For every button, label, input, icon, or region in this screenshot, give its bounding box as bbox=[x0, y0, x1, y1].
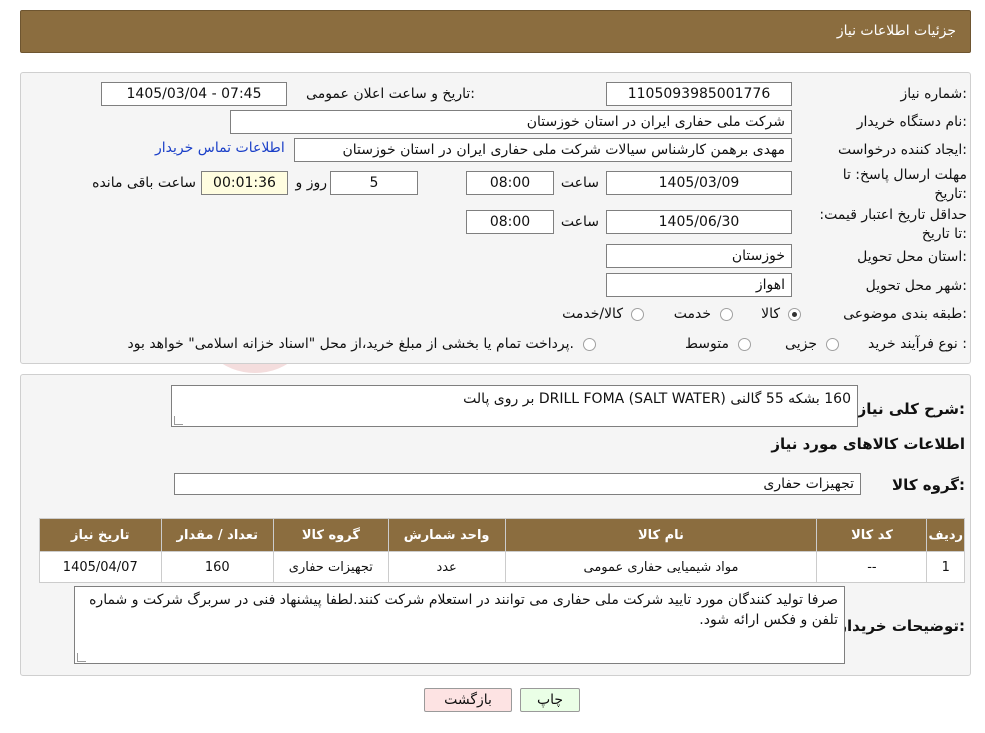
table-row[interactable]: 1 -- مواد شیمیایی حفاری عمومی عدد تجهیزا… bbox=[39, 551, 965, 583]
resize-grip-icon[interactable] bbox=[77, 653, 86, 662]
col-name: نام کالا bbox=[504, 518, 818, 552]
buyer-notes-textarea[interactable]: صرفا تولید کنندگان مورد تایید شرکت ملی ح… bbox=[74, 586, 845, 664]
category-option-goods-service: کالا/خدمت bbox=[562, 306, 623, 322]
province-label: استان محل تحویل: bbox=[857, 249, 967, 265]
validity-time-field[interactable]: 08:00 bbox=[466, 210, 554, 234]
cell-date: 1405/04/07 bbox=[39, 551, 162, 583]
process-option-minor: جزیی bbox=[785, 336, 817, 352]
cell-row: 1 bbox=[926, 551, 965, 583]
category-option-goods: کالا bbox=[761, 306, 780, 322]
buyer-notes-label: توضیحات خریدار: bbox=[838, 617, 965, 635]
col-qty: تعداد / مقدار bbox=[160, 518, 275, 552]
back-button[interactable]: بازگشت bbox=[424, 688, 512, 712]
cell-group: تجهیزات حفاری bbox=[273, 551, 389, 583]
validity-label: حداقل تاریخ اعتبار قیمت: تا تاریخ: bbox=[819, 207, 967, 242]
city-label: شهر محل تحویل: bbox=[865, 278, 967, 294]
need-number-label: شماره نیاز: bbox=[900, 86, 967, 102]
validity-time-label: ساعت bbox=[560, 214, 599, 230]
col-date: تاریخ نیاز bbox=[39, 518, 162, 552]
days-label: روز و bbox=[295, 175, 328, 191]
announce-label: تاریخ و ساعت اعلان عمومی: bbox=[306, 86, 475, 102]
city-field[interactable]: اهواز bbox=[606, 273, 792, 297]
process-radio-medium[interactable] bbox=[738, 338, 751, 351]
days-field[interactable]: 5 bbox=[330, 171, 418, 195]
category-option-service: خدمت bbox=[673, 306, 711, 322]
cell-qty: 160 bbox=[160, 551, 275, 583]
category-radio-goods-service[interactable] bbox=[631, 308, 644, 321]
cell-code: -- bbox=[816, 551, 928, 583]
creator-label: ایجاد کننده درخواست: bbox=[838, 142, 967, 158]
col-row: ردیف bbox=[926, 518, 965, 552]
process-note: پرداخت تمام یا بخشی از مبلغ خرید،از محل … bbox=[127, 336, 574, 352]
deadline-time-label: ساعت bbox=[560, 175, 599, 191]
print-button[interactable]: چاپ bbox=[520, 688, 580, 712]
process-radio-minor[interactable] bbox=[826, 338, 839, 351]
remaining-label: ساعت باقی مانده bbox=[92, 175, 196, 191]
buyer-contact-link[interactable]: اطلاعات تماس خریدار bbox=[155, 140, 285, 156]
remaining-time-field: 00:01:36 bbox=[201, 171, 288, 195]
process-radio-treasury[interactable] bbox=[583, 338, 596, 351]
creator-field[interactable]: مهدی برهمن کارشناس سیالات شرکت ملی حفاری… bbox=[294, 138, 792, 162]
resize-grip-icon[interactable] bbox=[174, 416, 183, 425]
cell-name: مواد شیمیایی حفاری عمومی bbox=[504, 551, 818, 583]
announce-datetime-field[interactable]: 1405/03/04 - 07:45 bbox=[101, 82, 287, 106]
category-radio-goods[interactable] bbox=[788, 308, 801, 321]
goods-group-label: گروه کالا: bbox=[892, 476, 965, 494]
deadline-time-field[interactable]: 08:00 bbox=[466, 171, 554, 195]
col-code: کد کالا bbox=[816, 518, 928, 552]
goods-group-field[interactable]: تجهیزات حفاری bbox=[174, 473, 861, 495]
category-radio-service[interactable] bbox=[720, 308, 733, 321]
col-unit: واحد شمارش bbox=[387, 518, 506, 552]
deadline-date-field[interactable]: 1405/03/09 bbox=[606, 171, 792, 195]
page-title: جزئیات اطلاعات نیاز bbox=[836, 23, 956, 39]
items-table-header: ردیف کد کالا نام کالا واحد شمارش گروه کا… bbox=[39, 518, 965, 552]
items-table: ردیف کد کالا نام کالا واحد شمارش گروه کا… bbox=[39, 518, 965, 583]
category-label: طبقه بندی موضوعی: bbox=[843, 306, 967, 322]
process-option-medium: متوسط bbox=[685, 336, 729, 352]
col-group: گروه کالا bbox=[273, 518, 389, 552]
goods-info-title: اطلاعات کالاهای مورد نیاز bbox=[771, 435, 965, 453]
summary-label: شرح کلی نیاز: bbox=[857, 400, 965, 418]
buyer-org-label: نام دستگاه خریدار: bbox=[856, 114, 967, 130]
validity-date-field[interactable]: 1405/06/30 bbox=[606, 210, 792, 234]
province-field[interactable]: خوزستان bbox=[606, 244, 792, 268]
summary-text: 160 بشکه 55 گالنی DRILL FOMA (SALT WATER… bbox=[463, 391, 851, 407]
buyer-notes-text: صرفا تولید کنندگان مورد تایید شرکت ملی ح… bbox=[89, 592, 838, 628]
cell-unit: عدد bbox=[387, 551, 506, 583]
process-label: نوع فرآیند خرید : bbox=[868, 336, 967, 352]
summary-textarea[interactable]: 160 بشکه 55 گالنی DRILL FOMA (SALT WATER… bbox=[171, 385, 858, 427]
need-number-field[interactable]: 1105093985001776 bbox=[606, 82, 792, 106]
page-header: جزئیات اطلاعات نیاز bbox=[20, 10, 971, 53]
deadline-label: مهلت ارسال پاسخ: تا تاریخ: bbox=[842, 167, 967, 202]
buyer-org-field[interactable]: شرکت ملی حفاری ایران در استان خوزستان bbox=[230, 110, 792, 134]
